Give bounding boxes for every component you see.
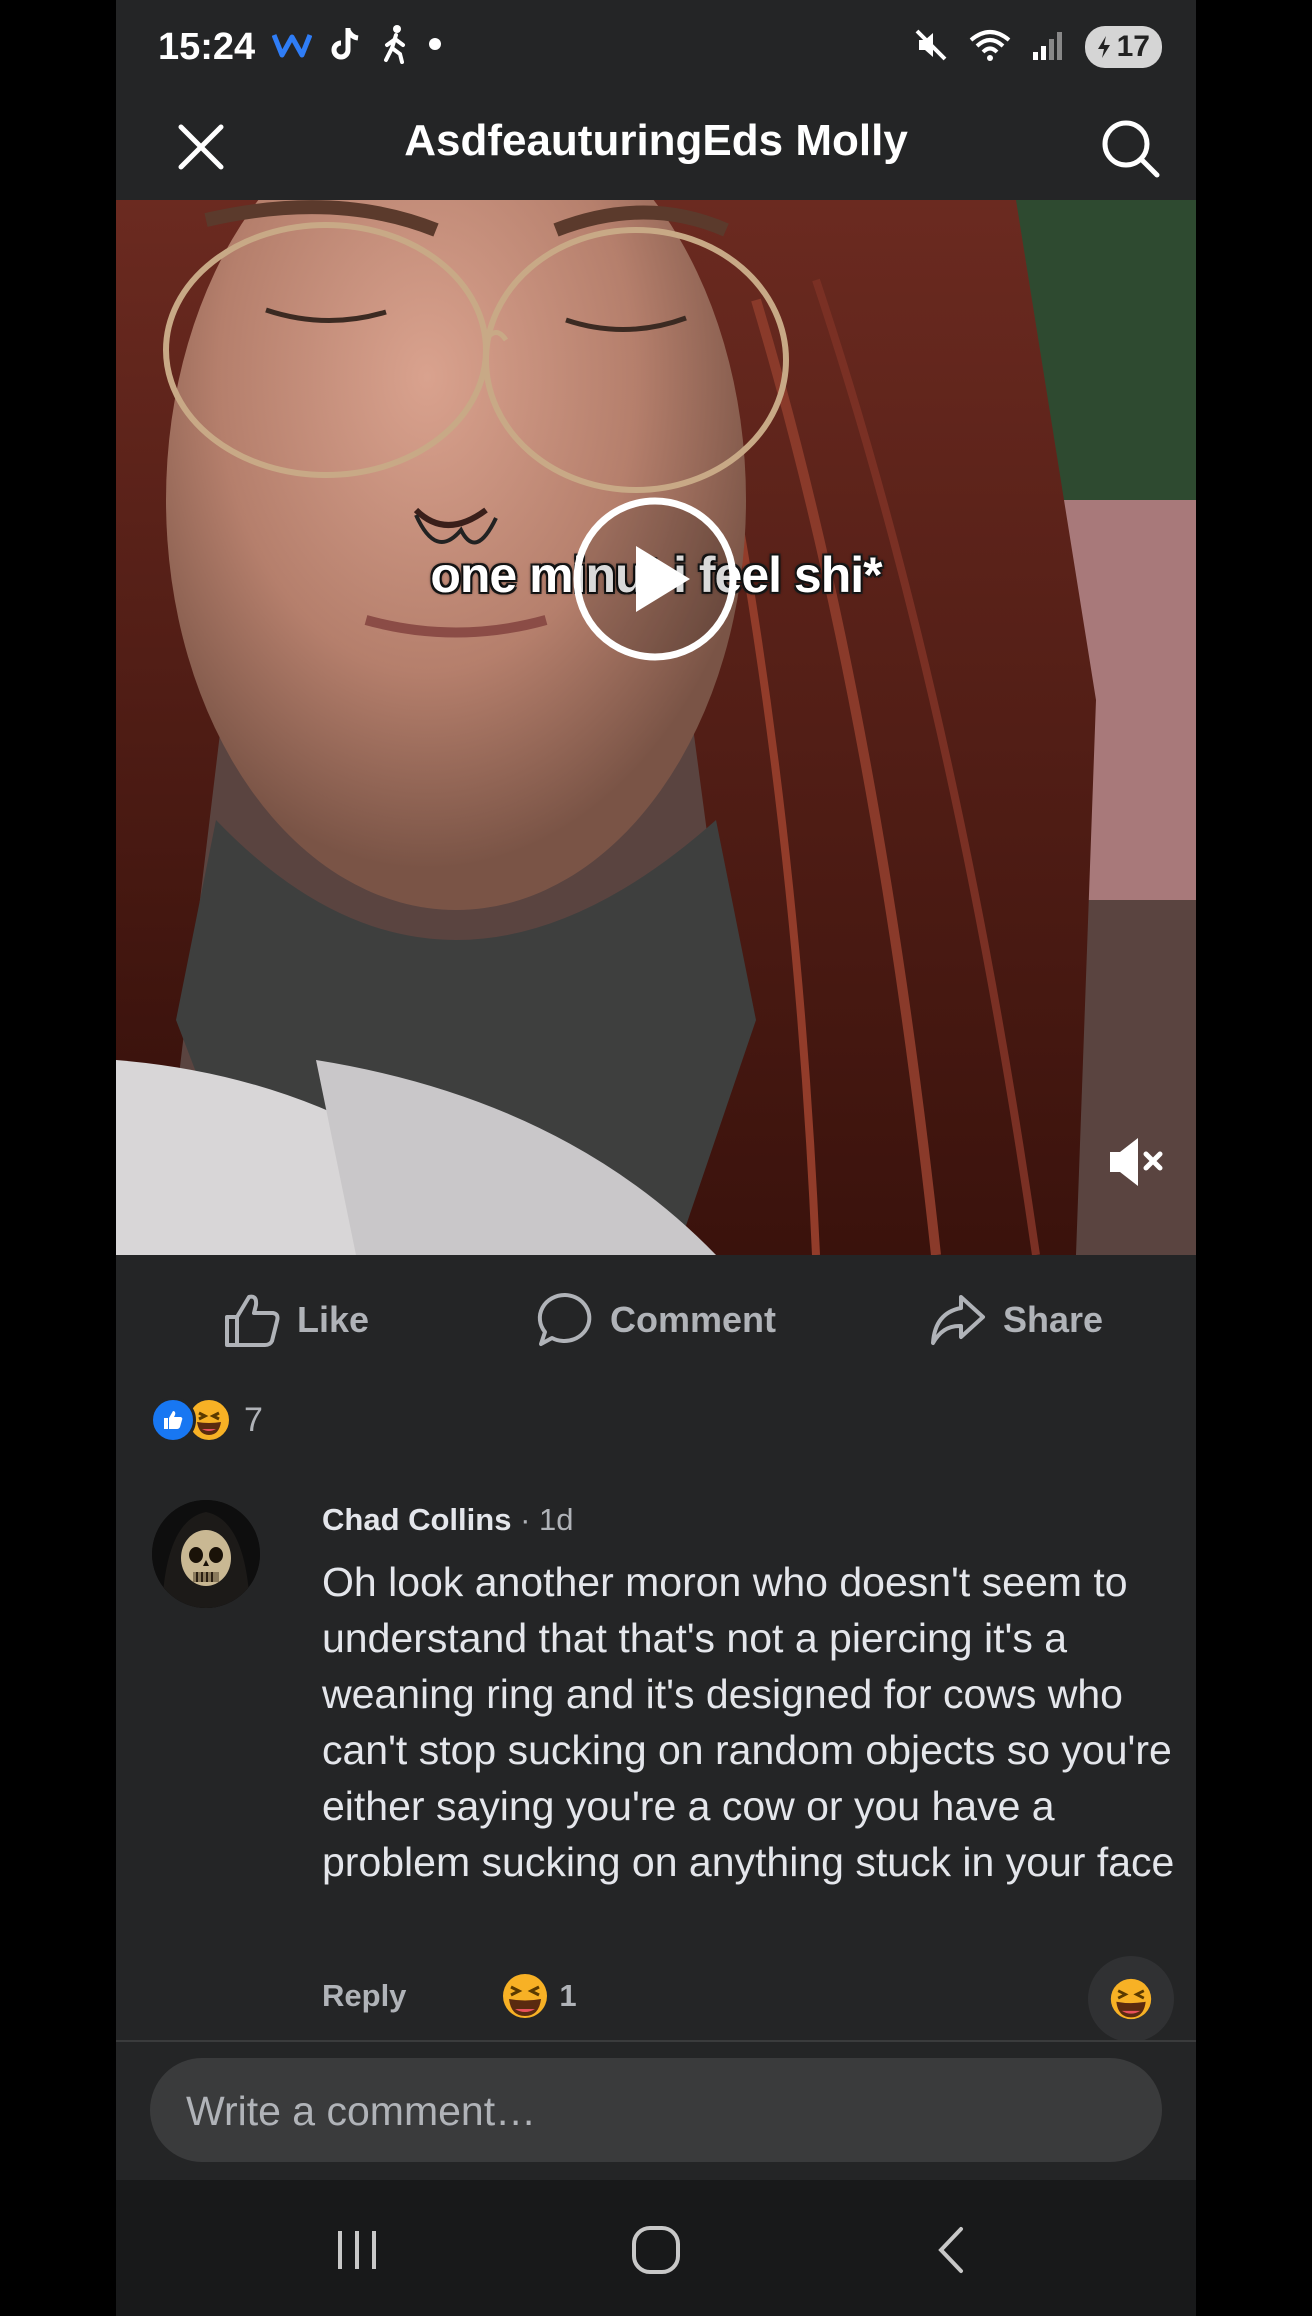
video-player[interactable]: one minut i feel shi*	[116, 200, 1196, 1255]
recents-icon	[338, 2231, 376, 2269]
comment-reaction-count: 1	[559, 1978, 577, 2013]
comment-author[interactable]: Chad Collins	[322, 1502, 511, 1537]
w-app-icon	[271, 29, 313, 64]
status-time: 15:24	[158, 26, 256, 68]
tiktok-icon	[330, 26, 362, 67]
share-arrow-icon	[930, 1295, 985, 1345]
reply-button[interactable]: Reply	[322, 1978, 406, 2014]
react-button[interactable]	[1088, 1956, 1174, 2042]
play-button[interactable]	[572, 496, 738, 662]
search-button[interactable]	[1092, 110, 1168, 186]
reaction-count: 7	[244, 1400, 263, 1439]
comment-header: Chad Collins · 1d	[322, 1500, 1182, 1540]
reaction-summary[interactable]: 7	[150, 1396, 263, 1444]
post-actions: Like Comment Share	[116, 1255, 1196, 1385]
status-bar: 15:24 17	[116, 0, 1196, 96]
like-reaction-icon	[150, 1397, 196, 1443]
like-label: Like	[296, 1299, 370, 1340]
mute-icon	[913, 27, 949, 68]
home-icon	[632, 2226, 680, 2274]
comment-bubble-icon	[537, 1292, 592, 1346]
avatar[interactable]	[152, 1500, 260, 1608]
thumbs-up-icon	[224, 1294, 280, 1347]
recents-button[interactable]	[312, 2210, 402, 2290]
comment-text: Oh look another moron who doesn't seem t…	[322, 1559, 1175, 1885]
comment-input[interactable]	[184, 2058, 1128, 2164]
home-button[interactable]	[611, 2210, 701, 2290]
signal-icon	[1031, 28, 1065, 67]
like-button[interactable]: Like	[116, 1255, 476, 1385]
status-left-icons	[271, 24, 442, 69]
battery-level: 17	[1116, 30, 1150, 63]
comment-body: Chad Collins · 1d Oh look another moron …	[322, 1500, 1182, 1890]
walking-icon	[380, 24, 410, 69]
comment-time: · 1d	[511, 1502, 574, 1537]
battery-icon: 17	[1084, 26, 1162, 68]
comment-actions: Reply 1	[322, 1956, 1174, 2042]
search-icon	[1102, 120, 1160, 178]
back-icon	[938, 2227, 963, 2273]
top-bar: AsdfeauturingEds Molly	[116, 96, 1196, 200]
volume-muted-icon	[1110, 1138, 1163, 1186]
video-frame	[116, 200, 1196, 1255]
haha-emoji-icon	[1110, 1978, 1152, 2020]
haha-emoji-icon	[503, 1974, 548, 2018]
comment-reactions[interactable]: 1	[501, 1972, 577, 2020]
comment-button[interactable]: Comment	[476, 1255, 836, 1385]
comment-label: Comment	[609, 1299, 776, 1340]
status-right-icons: 17	[913, 24, 1162, 70]
play-icon	[573, 497, 737, 661]
comment-composer	[150, 2058, 1162, 2164]
share-button[interactable]: Share	[836, 1255, 1196, 1385]
skull-avatar-icon	[152, 1500, 260, 1608]
dot-icon	[428, 37, 442, 56]
phone-screen: 15:24 17 AsdfeauturingEds Molly one feel…	[116, 0, 1196, 2316]
page-title: AsdfeauturingEds Molly	[404, 116, 908, 165]
divider	[116, 2040, 1196, 2042]
mute-button[interactable]	[1104, 1130, 1168, 1194]
wifi-icon	[969, 28, 1011, 67]
back-button[interactable]	[906, 2210, 996, 2290]
share-label: Share	[1002, 1299, 1104, 1340]
system-nav-bar	[116, 2180, 1196, 2316]
